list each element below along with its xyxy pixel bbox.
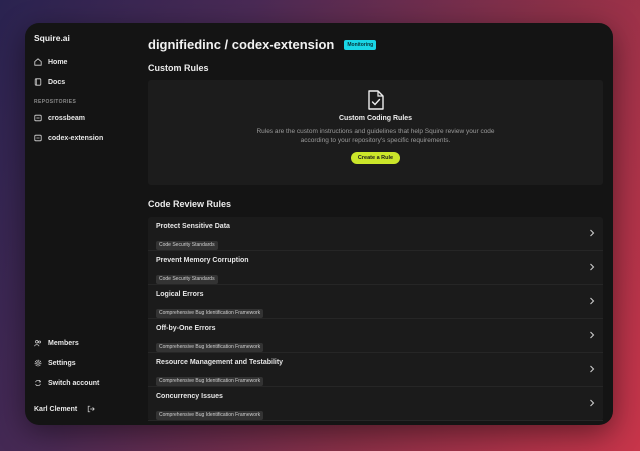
rule-tag: Comprehensive Bug Identification Framewo… <box>156 410 264 420</box>
chevron-right-icon[interactable] <box>589 263 595 271</box>
main-content: dignifiedinc / codex-extension Monitorin… <box>138 23 613 425</box>
sidebar-item-label: Settings <box>48 359 76 367</box>
file-check-icon <box>367 90 385 110</box>
sidebar-footer: Members Settings Switch account Karl Cle… <box>33 333 130 419</box>
sidebar-item-label: Switch account <box>48 379 100 387</box>
rule-row[interactable]: Prevent Memory Corruption Code Security … <box>148 251 603 285</box>
chevron-right-icon[interactable] <box>589 297 595 305</box>
sidebar-item-members[interactable]: Members <box>33 333 130 353</box>
rule-tag: Comprehensive Bug Identification Framewo… <box>156 308 264 318</box>
repositories-label: REPOSITORIES <box>34 99 77 105</box>
empty-state-title: Custom Coding Rules <box>338 115 413 122</box>
chevron-right-icon[interactable] <box>589 229 595 237</box>
status-badge: Monitoring <box>344 39 377 50</box>
rule-row[interactable]: Logical Errors Comprehensive Bug Identif… <box>148 285 603 319</box>
code-review-rules-heading: Code Review Rules <box>148 199 232 209</box>
chevron-right-icon[interactable] <box>589 331 595 339</box>
user-name: Karl Clement <box>34 405 78 413</box>
sidebar-item-switch-account[interactable]: Switch account <box>33 373 130 393</box>
sidebar-item-label: Docs <box>48 78 66 86</box>
sidebar-item-settings[interactable]: Settings <box>33 353 130 373</box>
rule-row[interactable]: Resource Management and Testability Comp… <box>148 353 603 387</box>
rule-name: Concurrency Issues <box>156 393 223 400</box>
brand-logo[interactable]: Squire.ai <box>33 33 130 43</box>
rule-name: Logical Errors <box>156 291 204 298</box>
rule-tag: Comprehensive Bug Identification Framewo… <box>156 376 264 386</box>
user-row: Karl Clement <box>33 399 130 419</box>
sidebar-item-docs[interactable]: Docs <box>33 72 130 92</box>
rule-tag: Comprehensive Bug Identification Framewo… <box>156 342 264 352</box>
gear-icon <box>34 359 42 367</box>
sidebar-item-crossbeam[interactable]: crossbeam <box>33 108 130 128</box>
rule-name: Resource Management and Testability <box>156 359 284 366</box>
rule-name: Protect Sensitive Data <box>156 223 230 230</box>
page-header: dignifiedinc / codex-extension Monitorin… <box>148 37 603 52</box>
chevron-right-icon[interactable] <box>589 399 595 407</box>
rule-tag: Code Security Standards <box>156 274 218 284</box>
rule-row[interactable]: Off-by-One Errors Comprehensive Bug Iden… <box>148 319 603 353</box>
home-icon <box>34 58 42 66</box>
rule-row[interactable]: Concurrency Issues Comprehensive Bug Ide… <box>148 387 603 421</box>
sidebar-item-label: codex-extension <box>48 134 104 142</box>
rule-list: Protect Sensitive Data Code Security Sta… <box>148 217 603 421</box>
sidebar-item-label: crossbeam <box>48 114 85 122</box>
switch-icon <box>34 379 42 387</box>
sidebar-item-codex-extension[interactable]: codex-extension <box>33 128 130 148</box>
empty-state-description: Rules are the custom instructions and gu… <box>256 128 495 145</box>
sidebar-item-home[interactable]: Home <box>33 52 130 72</box>
custom-rules-heading: Custom Rules <box>148 63 209 73</box>
custom-rules-empty-state: Custom Coding Rules Rules are the custom… <box>148 80 603 185</box>
book-icon <box>34 78 42 86</box>
rule-row[interactable]: Protect Sensitive Data Code Security Sta… <box>148 217 603 251</box>
rule-name: Off-by-One Errors <box>156 325 216 332</box>
repo-icon <box>34 134 42 142</box>
sidebar-item-label: Members <box>48 339 79 347</box>
users-icon <box>34 339 42 347</box>
sidebar-item-label: Home <box>48 58 68 66</box>
rule-name: Prevent Memory Corruption <box>156 257 249 264</box>
logout-icon[interactable] <box>87 405 95 413</box>
page-title: dignifiedinc / codex-extension <box>148 37 335 52</box>
sidebar: Squire.ai Home Docs REPOSITORIES crossbe… <box>25 23 138 425</box>
chevron-right-icon[interactable] <box>589 365 595 373</box>
repo-icon <box>34 114 42 122</box>
create-rule-button[interactable]: Create a Rule <box>350 151 401 164</box>
rule-tag: Code Security Standards <box>156 240 218 250</box>
app-window: Squire.ai Home Docs REPOSITORIES crossbe… <box>25 23 613 425</box>
